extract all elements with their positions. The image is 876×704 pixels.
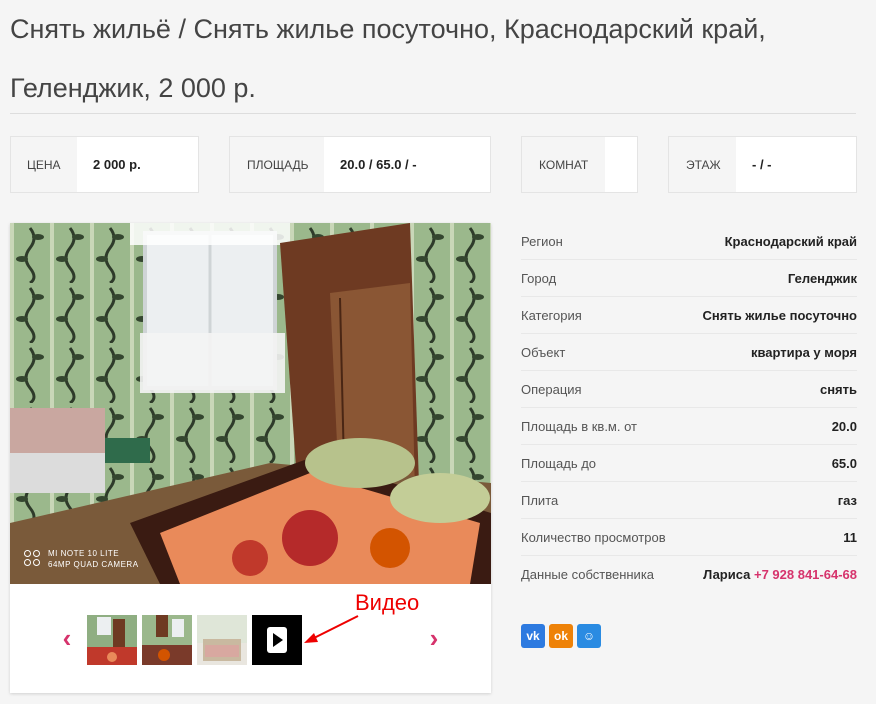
property-value: Снять жилье посуточно [702,307,858,323]
moimir-icon: ☺ [582,629,596,643]
property-key: Операция [521,381,582,397]
title-divider [10,113,856,114]
property-value: газ [837,492,857,508]
gallery-prev-button[interactable]: ‹ [60,623,74,653]
odnoklassniki-icon: ok [553,629,568,643]
properties-table: Регион Краснодарский край Город Геленджи… [521,223,857,593]
property-row-region: Регион Краснодарский край [521,223,857,260]
camera-logo-icon [24,550,42,568]
property-key: Площадь в кв.м. от [521,418,637,434]
play-icon [267,627,287,653]
property-key: Площадь до [521,455,597,471]
thumbnail-3[interactable] [197,615,247,665]
stat-rooms: КОМНАТ [521,136,638,193]
vk-share-button[interactable]: vk [521,624,545,648]
camera-watermark-line1: MI NOTE 10 LITE [48,549,120,558]
property-row-area-to: Площадь до 65.0 [521,445,857,482]
stat-floor: ЭТАЖ - / - [668,136,857,193]
property-row-owner: Данные собственника Лариса +7 928 841-64… [521,556,857,593]
vk-icon: vk [526,629,540,643]
property-row-city: Город Геленджик [521,260,857,297]
property-key: Количество просмотров [521,529,666,545]
property-row-category: Категория Снять жилье посуточно [521,297,857,334]
video-thumbnail[interactable] [252,615,302,665]
chevron-left-icon: ‹ [62,622,72,653]
property-key: Регион [521,233,563,249]
gallery-next-button[interactable]: › [427,623,441,653]
stat-price-label: ЦЕНА [11,137,77,192]
video-annotation: Видео [355,590,420,615]
stat-floor-label: ЭТАЖ [669,137,736,192]
property-value: снять [819,381,857,397]
owner-contact: Лариса +7 928 841-64-68 [703,567,857,582]
property-key: Объект [521,344,566,360]
property-value: Геленджик [787,270,857,286]
property-row-operation: Операция снять [521,371,857,408]
social-share: vk ok ☺ [521,624,601,648]
thumbnail-1[interactable] [87,615,137,665]
camera-watermark: MI NOTE 10 LITE 64MP QUAD CAMERA [24,548,139,570]
stat-floor-value: - / - [752,157,772,172]
red-arrow-icon [304,615,359,643]
moimir-share-button[interactable]: ☺ [577,624,601,648]
owner-name: Лариса [703,567,751,582]
property-row-object: Объект квартира у моря [521,334,857,371]
thumbnail-2[interactable] [142,615,192,665]
property-value: Краснодарский край [724,233,857,249]
page-title: Снять жильё / Снять жилье посуточно, Кра… [10,14,766,103]
stat-rooms-label: КОМНАТ [522,137,605,192]
property-value: 11 [843,529,857,545]
property-key: Город [521,270,557,286]
property-value: квартира у моря [750,344,857,360]
chevron-right-icon: › [429,622,439,653]
property-key: Данные собственника [521,567,655,582]
camera-watermark-line2: 64MP QUAD CAMERA [48,560,139,569]
property-row-views: Количество просмотров 11 [521,519,857,556]
stat-area: ПЛОЩАДЬ 20.0 / 65.0 / - [229,136,491,193]
property-key: Категория [521,307,582,323]
photo-gallery: MI NOTE 10 LITE 64MP QUAD CAMERA ‹ › [10,223,491,693]
stat-price: ЦЕНА 2 000 р. [10,136,199,193]
property-value: 20.0 [831,418,857,434]
stat-area-value: 20.0 / 65.0 / - [340,157,417,172]
property-key: Плита [521,492,559,508]
property-row-area-from: Площадь в кв.м. от 20.0 [521,408,857,445]
stat-price-value: 2 000 р. [93,157,141,172]
stat-area-label: ПЛОЩАДЬ [230,137,324,192]
owner-phone-link[interactable]: +7 928 841-64-68 [754,567,857,582]
property-row-stove: Плита газ [521,482,857,519]
property-value: 65.0 [831,455,857,471]
main-photo[interactable]: MI NOTE 10 LITE 64MP QUAD CAMERA [10,223,491,584]
ok-share-button[interactable]: ok [549,624,573,648]
